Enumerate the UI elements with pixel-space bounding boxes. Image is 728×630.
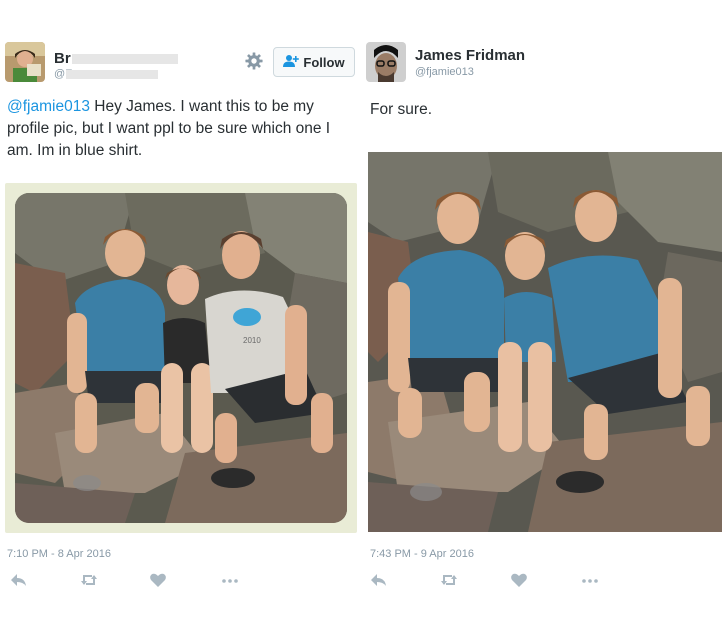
more-icon[interactable]	[221, 572, 239, 588]
gear-icon[interactable]	[245, 52, 263, 70]
tweet-original: Br @E Follow @fjamie013 Hey James. I wan…	[0, 0, 362, 630]
timestamp[interactable]: 7:43 PM - 9 Apr 2016	[370, 548, 474, 560]
like-icon[interactable]	[149, 572, 167, 588]
timestamp[interactable]: 7:10 PM - 8 Apr 2016	[7, 548, 111, 560]
follow-button[interactable]: Follow	[273, 47, 355, 77]
user-avatar[interactable]	[366, 42, 406, 82]
user-avatar[interactable]	[5, 42, 45, 82]
mention-link[interactable]: @fjamie013	[7, 98, 90, 115]
tweet-photo[interactable]	[368, 152, 722, 532]
user-name[interactable]: James Fridman	[415, 47, 525, 64]
user-name[interactable]: Br	[54, 50, 71, 67]
tweet-photo[interactable]: 2010	[15, 193, 347, 523]
follow-label: Follow	[303, 54, 345, 70]
handle-redaction	[66, 70, 158, 79]
shirt-logo-text: 2010	[243, 336, 261, 345]
tweet-text: For sure.	[370, 101, 433, 118]
more-icon[interactable]	[581, 572, 599, 588]
user-handle[interactable]: @fjamie013	[415, 66, 474, 78]
tweet-reply: James Fridman @fjamie013 For sure. 7:43 …	[362, 0, 728, 630]
name-redaction	[72, 54, 178, 64]
follow-user-icon	[283, 54, 300, 71]
like-icon[interactable]	[510, 572, 528, 588]
tweet-actions	[0, 572, 362, 590]
tweet-text: @fjamie013 Hey James. I want this to be …	[7, 96, 359, 162]
tweet-actions	[362, 572, 728, 590]
retweet-icon[interactable]	[80, 572, 98, 588]
retweet-icon[interactable]	[440, 572, 458, 588]
reply-icon[interactable]	[10, 572, 28, 588]
reply-icon[interactable]	[370, 572, 388, 588]
